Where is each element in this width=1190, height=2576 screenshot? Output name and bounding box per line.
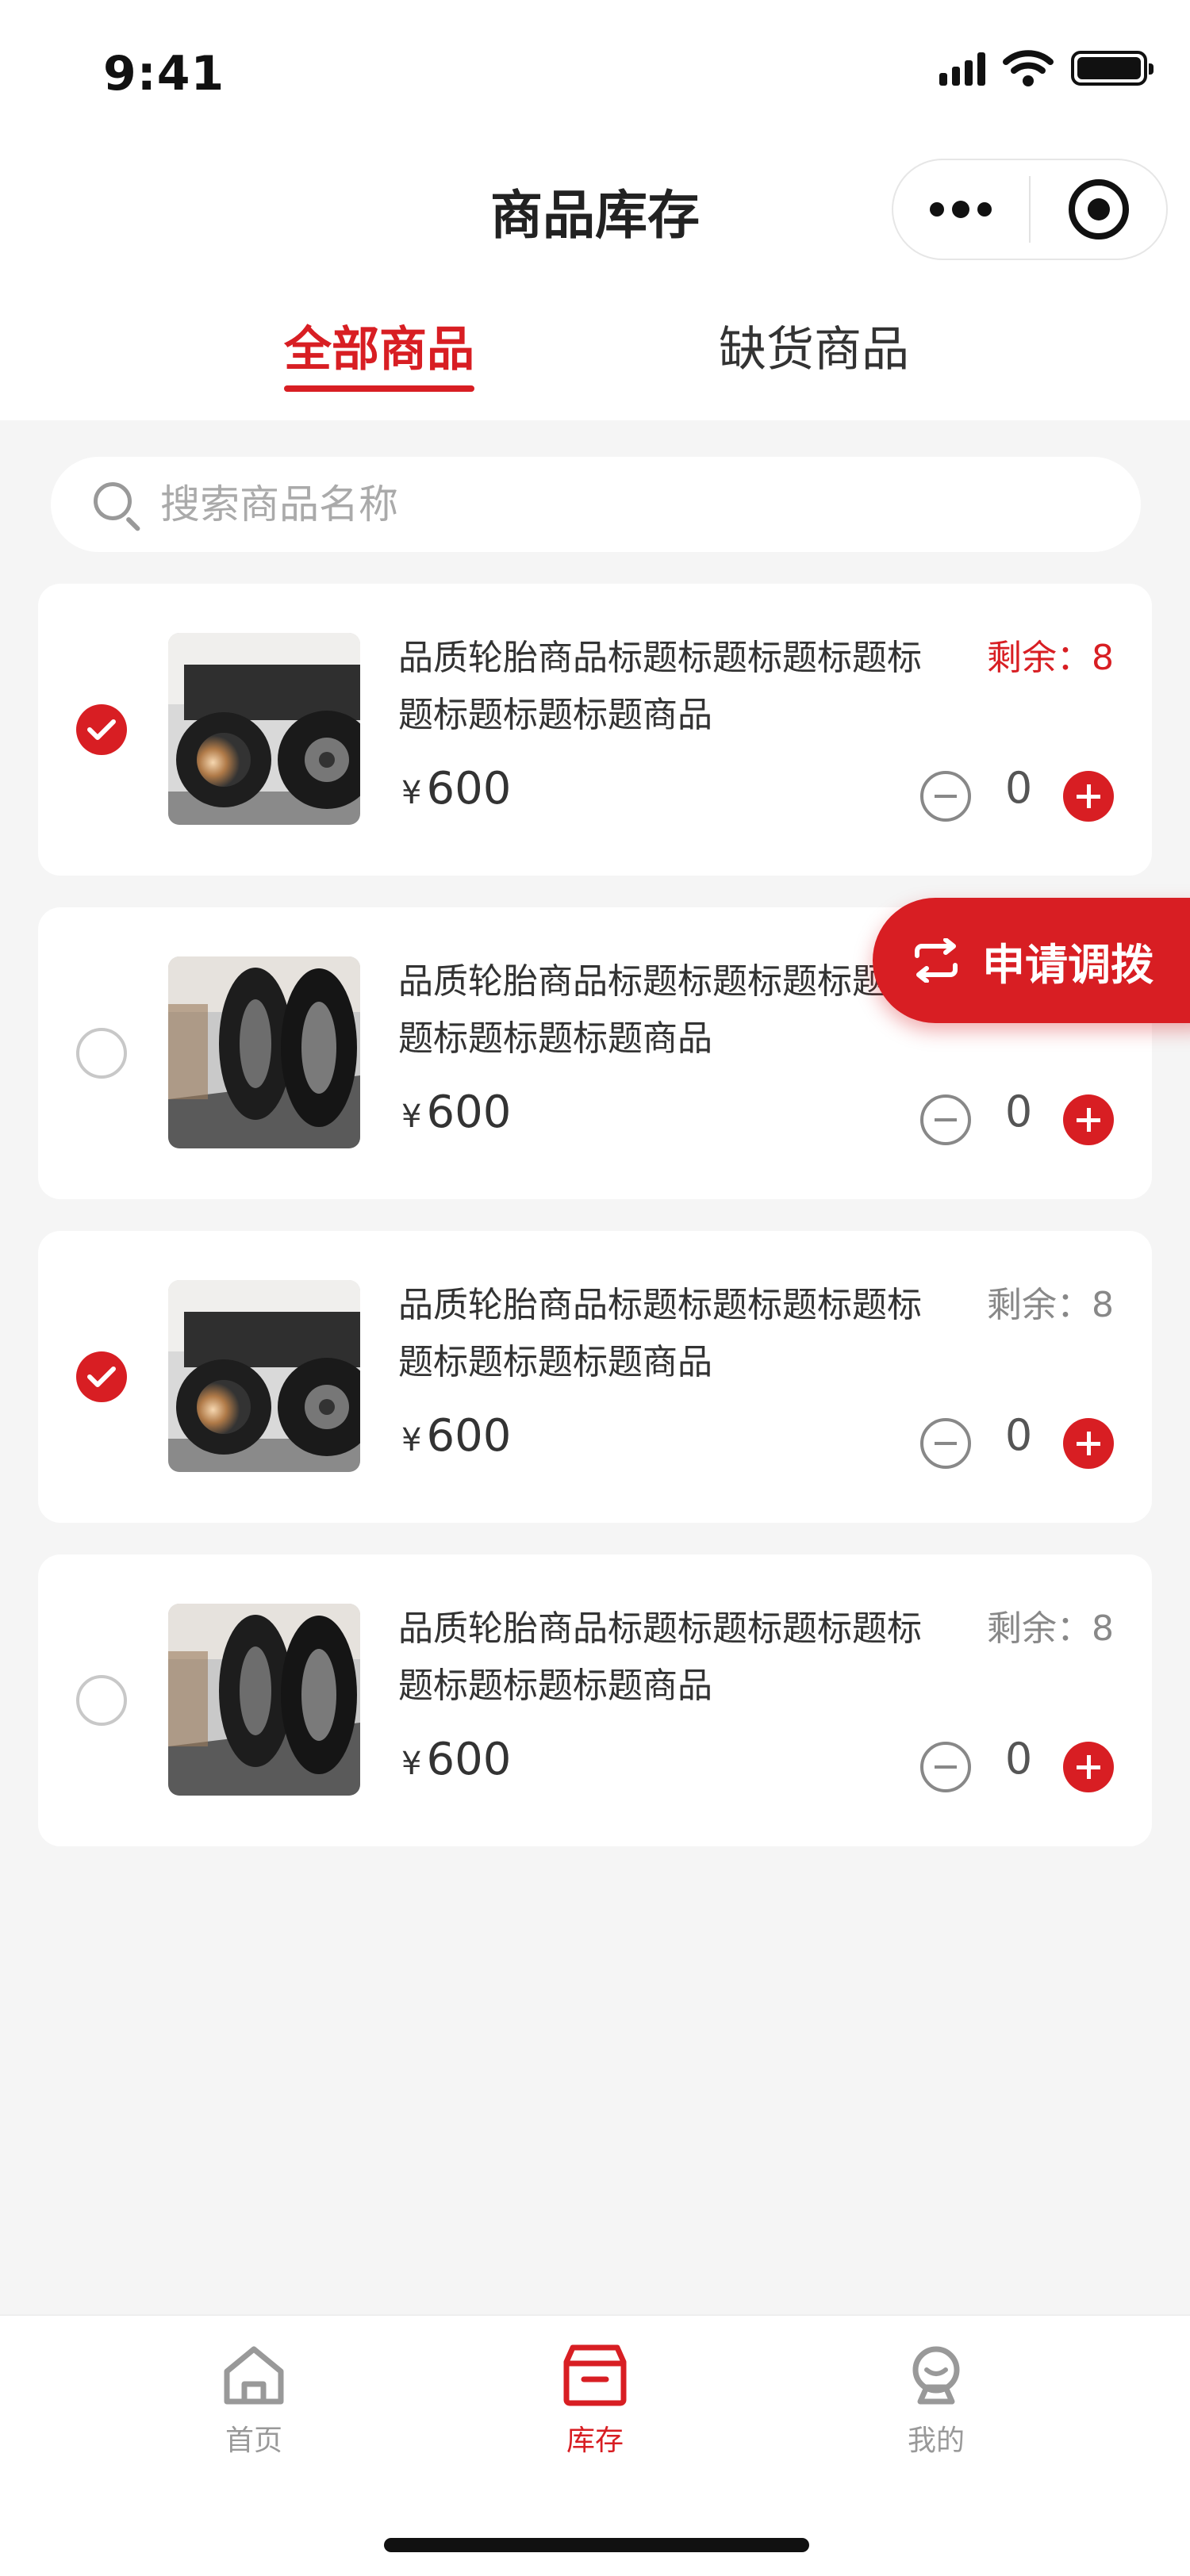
increase-quantity-button[interactable] (1063, 1742, 1114, 1792)
product-image (168, 1280, 360, 1472)
product-image (168, 956, 360, 1148)
close-miniapp-icon[interactable] (1031, 160, 1166, 259)
stock-remaining: 剩余：8 (987, 1285, 1114, 1325)
tab-out-of-stock[interactable]: 缺货商品 (719, 311, 909, 380)
search-bar[interactable] (51, 457, 1141, 552)
tabbar-label: 我的 (907, 2425, 965, 2457)
price-value: 600 (426, 1734, 512, 1785)
quantity-value: 0 (1004, 1087, 1033, 1137)
checkmark-icon (87, 719, 116, 740)
home-indicator (384, 2538, 809, 2552)
price-value: 600 (426, 1087, 512, 1138)
decrease-quantity-button[interactable] (920, 1094, 971, 1145)
tabbar-label: 库存 (566, 2425, 624, 2457)
transfer-arrows-icon (915, 938, 958, 983)
product-title: 品质轮胎商品标题标题标题标题标题标题标题标题商品 (398, 961, 922, 1059)
wifi-icon (1003, 50, 1054, 86)
product-price: ¥600 (401, 763, 511, 815)
product-price: ¥600 (401, 1410, 511, 1462)
product-title: 品质轮胎商品标题标题标题标题标题标题标题标题商品 (398, 1608, 922, 1706)
status-time: 9:41 (103, 46, 225, 102)
product-title: 品质轮胎商品标题标题标题标题标题标题标题标题商品 (398, 638, 922, 735)
currency-symbol: ¥ (401, 775, 422, 811)
request-transfer-label: 申请调拨 (982, 939, 1154, 990)
stock-remaining: 剩余：8 (987, 638, 1114, 678)
increase-quantity-button[interactable] (1063, 771, 1114, 822)
increase-quantity-button[interactable] (1063, 1094, 1114, 1145)
request-transfer-button[interactable]: 申请调拨 (873, 898, 1190, 1023)
home-icon (224, 2346, 284, 2405)
stock-remaining: 剩余：8 (987, 1608, 1114, 1649)
tabbar-item-home[interactable]: 首页 (159, 2343, 349, 2459)
currency-symbol: ¥ (401, 1098, 422, 1135)
tabbar-item-profile[interactable]: 我的 (841, 2343, 1031, 2459)
product-card: 品质轮胎商品标题标题标题标题标题标题标题标题商品 剩余：8 ¥600 0 (38, 1231, 1152, 1523)
decrease-quantity-button[interactable] (920, 771, 971, 822)
decrease-quantity-button[interactable] (920, 1742, 971, 1792)
miniapp-capsule (892, 159, 1168, 260)
decrease-quantity-button[interactable] (920, 1418, 971, 1469)
product-price: ¥600 (401, 1087, 511, 1138)
price-value: 600 (426, 763, 512, 815)
profile-icon (912, 2346, 960, 2405)
tabbar-label: 首页 (225, 2425, 282, 2457)
quantity-value: 0 (1004, 1734, 1033, 1784)
inventory-box-icon (563, 2344, 627, 2406)
signal-icon (939, 51, 985, 86)
price-value: 600 (426, 1410, 512, 1462)
search-icon (90, 479, 141, 532)
inventory-page: 9:41 商品库存 全部商品 缺货商品 搜索商品名称 品质轮胎商品标题标题标题标… (0, 0, 1190, 2576)
product-card: 品质轮胎商品标题标题标题标题标题标题标题标题商品 剩余：8 ¥600 0 (38, 1554, 1152, 1846)
quantity-value: 0 (1004, 1410, 1033, 1460)
currency-symbol: ¥ (401, 1422, 422, 1459)
checkmark-icon (87, 1367, 116, 1387)
select-checkbox[interactable] (76, 1351, 127, 1402)
product-title: 品质轮胎商品标题标题标题标题标题标题标题标题商品 (398, 1285, 922, 1382)
product-image (168, 1604, 360, 1796)
select-checkbox[interactable] (76, 704, 127, 755)
product-card: 品质轮胎商品标题标题标题标题标题标题标题标题商品 剩余：8 ¥600 0 (38, 584, 1152, 876)
battery-icon (1071, 51, 1154, 86)
product-image (168, 633, 360, 825)
select-checkbox[interactable] (76, 1675, 127, 1726)
status-icons (939, 49, 1154, 87)
tabbar-item-inventory[interactable]: 库存 (500, 2343, 690, 2459)
product-price: ¥600 (401, 1734, 511, 1785)
active-tab-indicator (284, 385, 474, 392)
search-input[interactable] (160, 481, 1073, 527)
bottom-tab-bar: 首页 库存 我的 (0, 2314, 1190, 2576)
select-checkbox[interactable] (76, 1028, 127, 1079)
quantity-value: 0 (1004, 763, 1033, 813)
tab-all-products[interactable]: 全部商品 (284, 311, 474, 380)
increase-quantity-button[interactable] (1063, 1418, 1114, 1469)
more-icon[interactable] (893, 160, 1029, 259)
currency-symbol: ¥ (401, 1746, 422, 1782)
